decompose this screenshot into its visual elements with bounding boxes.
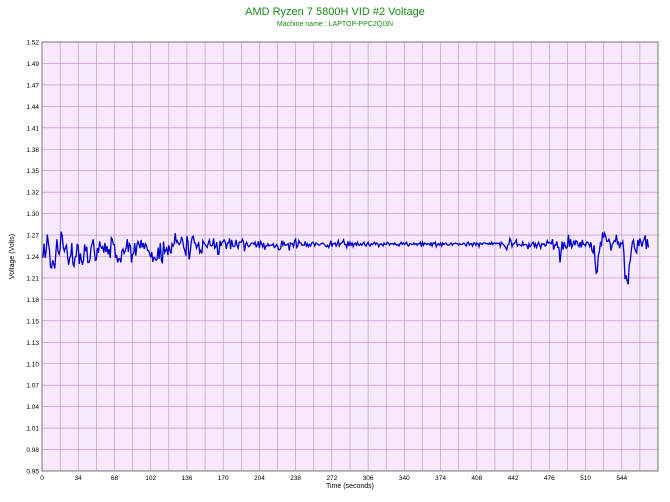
x-tick-label: 340 [399, 475, 410, 482]
x-tick-label: 238 [290, 475, 301, 482]
x-tick-label: 544 [616, 475, 627, 482]
x-tick-label: 136 [182, 475, 193, 482]
x-tick-label: 306 [363, 475, 374, 482]
y-tick-label: 1.04 [26, 404, 39, 411]
y-tick-label: 1.35 [26, 168, 39, 175]
x-tick-label: 408 [471, 475, 482, 482]
voltage-chart: 0.95 0.98 1.01 1.04 1.07 1.10 1.13 1.15 1.18 1.21… [9, 40, 659, 490]
x-tick-labels: 0 34 68 102 136 170 204 238 272 306 340 374 408 442 47… [40, 475, 627, 482]
y-tick-label: 1.15 [26, 318, 39, 325]
y-tick-label: 1.52 [26, 40, 39, 47]
x-tick-label: 272 [326, 475, 337, 482]
x-tick-label: 510 [580, 475, 591, 482]
x-tick-label: 102 [145, 475, 156, 482]
x-tick-label: 68 [111, 475, 119, 482]
y-tick-label: 1.24 [26, 254, 39, 261]
y-tick-label: 1.01 [26, 426, 39, 433]
x-tick-label: 34 [75, 475, 83, 482]
x-axis-label: Time (seconds) [326, 483, 374, 490]
y-tick-label: 1.41 [26, 125, 39, 132]
x-tick-label: 442 [508, 475, 519, 482]
y-tick-label: 1.10 [26, 361, 39, 368]
x-tick-label: 374 [435, 475, 446, 482]
x-tick-label: 170 [218, 475, 229, 482]
y-axis-label: Voltage (Volts) [9, 234, 16, 279]
y-tick-label: 1.07 [26, 383, 39, 390]
x-tick-label: 476 [544, 475, 555, 482]
y-tick-label: 1.47 [26, 82, 39, 89]
y-tick-label: 1.38 [26, 147, 39, 154]
y-tick-label: 0.98 [26, 447, 39, 454]
y-tick-label: 1.21 [26, 275, 39, 282]
y-tick-label: 0.95 [26, 469, 39, 476]
y-tick-label: 1.49 [26, 61, 39, 68]
y-tick-label: 1.32 [26, 190, 39, 197]
y-tick-labels: 0.95 0.98 1.01 1.04 1.07 1.10 1.13 1.15 1.18 1.21… [26, 40, 39, 476]
chart-window: AMD Ryzen 7 5800H VID #2 Voltage Machine… [0, 0, 670, 502]
y-tick-label: 1.27 [26, 233, 39, 240]
y-tick-label: 1.44 [26, 104, 39, 111]
y-tick-label: 1.30 [26, 211, 39, 218]
y-tick-label: 1.13 [26, 340, 39, 347]
y-tick-label: 1.18 [26, 297, 39, 304]
x-tick-label: 0 [40, 475, 44, 482]
x-tick-label: 204 [254, 475, 265, 482]
